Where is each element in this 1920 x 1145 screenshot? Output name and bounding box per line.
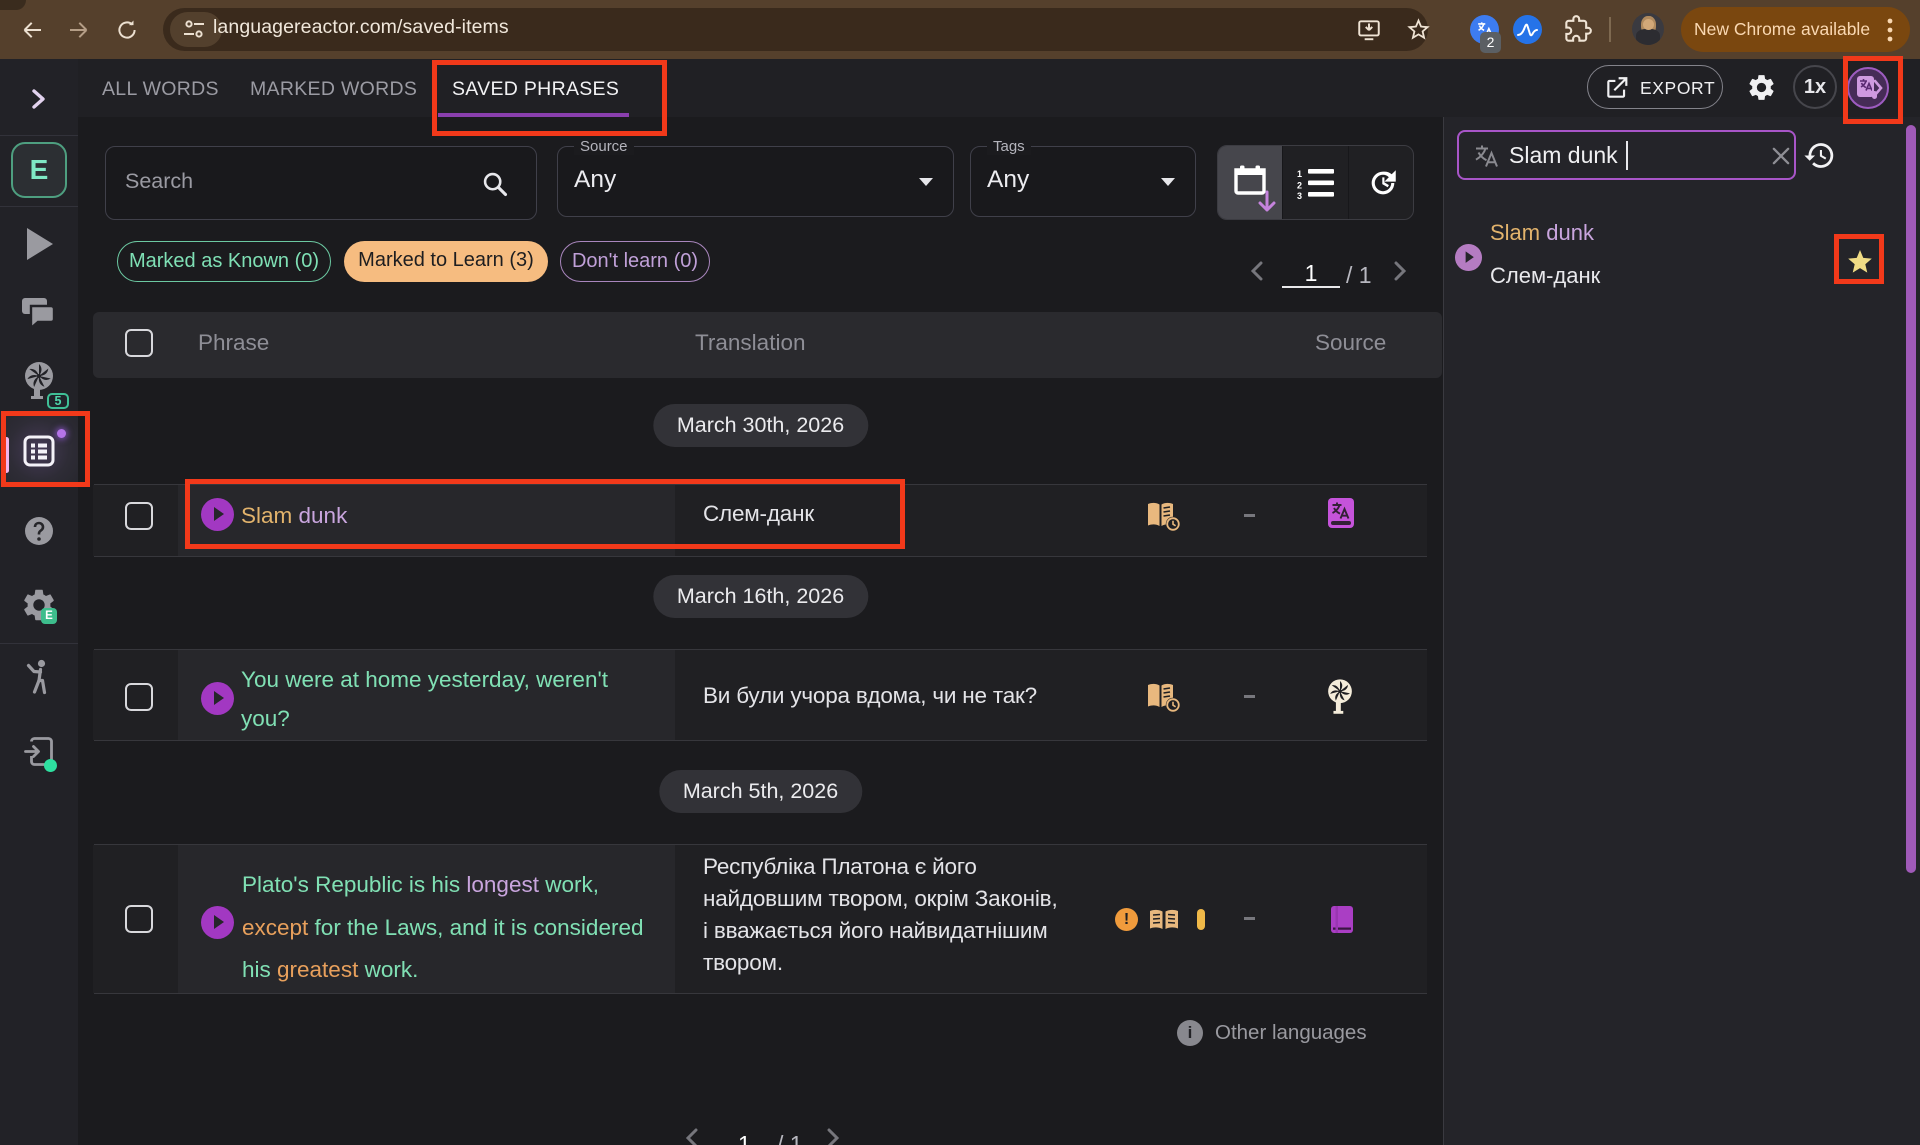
svg-text:2: 2 [1297,181,1302,191]
svg-text:3: 3 [1297,191,1302,199]
svg-text:1: 1 [1297,169,1302,179]
